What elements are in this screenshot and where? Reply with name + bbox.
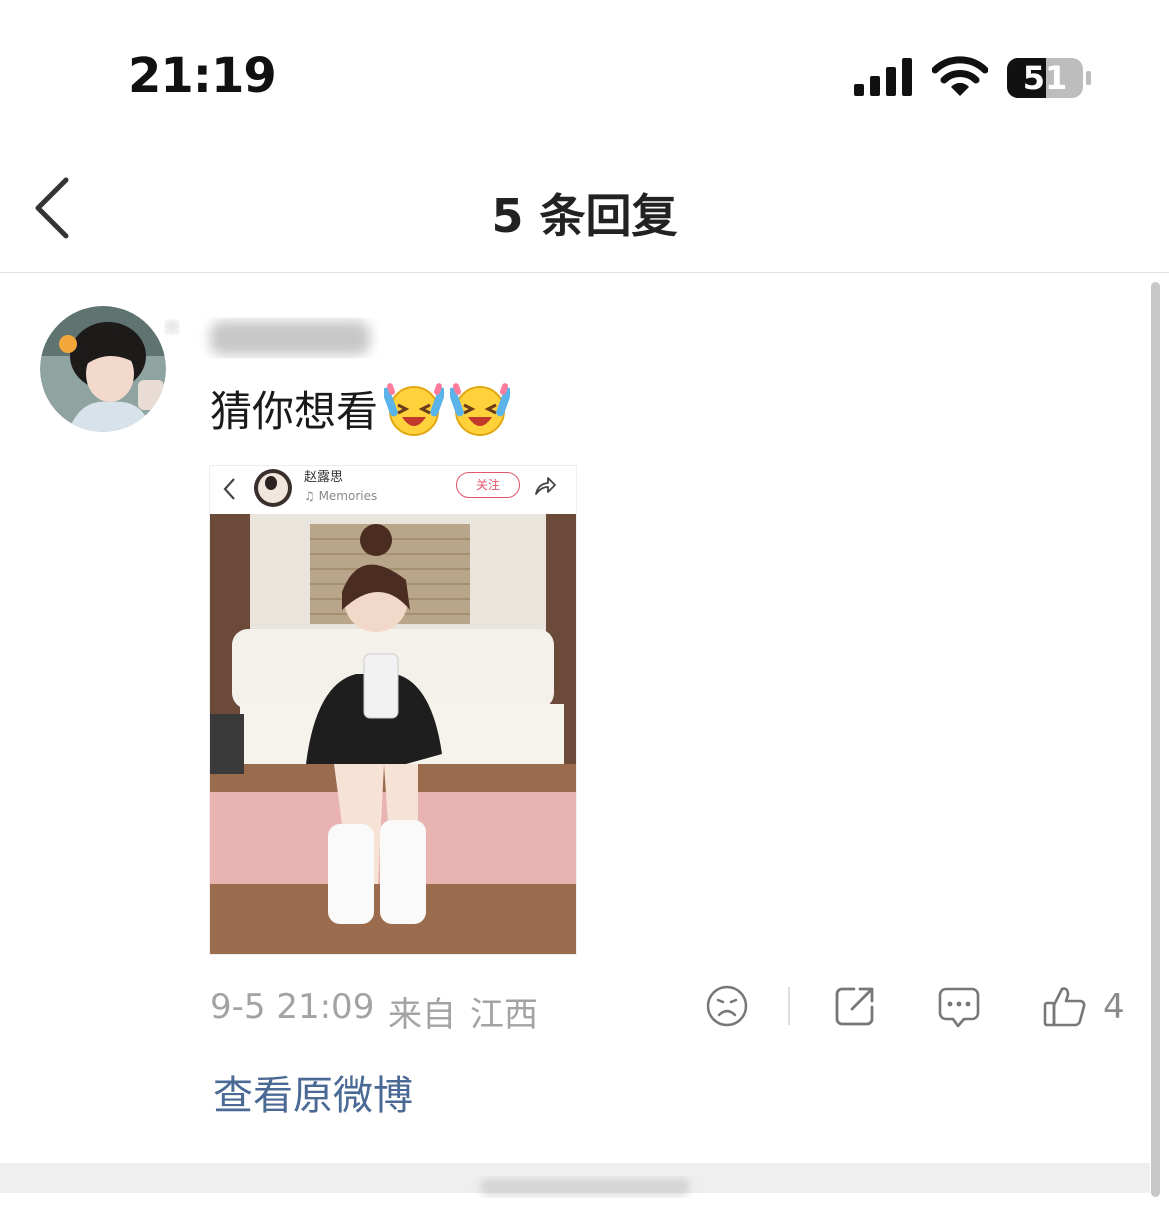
comment-source-label: 来自 bbox=[388, 995, 456, 1035]
battery-level: 51 bbox=[1022, 59, 1068, 97]
action-divider bbox=[788, 987, 790, 1025]
comment-meta-row: 9-5 21:09 来自 江西 4 bbox=[210, 983, 1140, 1039]
status-bar: 21:19 51 bbox=[0, 0, 1169, 150]
embedded-avatar bbox=[254, 469, 292, 507]
comment-region: 江西 bbox=[470, 995, 538, 1035]
comment-item: 猜你想看 赵露思 ♫ Memories 关注 9-5 21:09 来自 江西 4… bbox=[0, 273, 1140, 1153]
view-original-post-link[interactable]: 查看原微博 bbox=[213, 1063, 413, 1121]
attached-screenshot-image[interactable]: 赵露思 ♫ Memories 关注 bbox=[209, 465, 577, 955]
cellular-signal-icon bbox=[854, 58, 912, 96]
scrollbar[interactable] bbox=[1151, 282, 1160, 1197]
comment-text: 猜你想看 bbox=[210, 378, 511, 439]
sad-face-icon[interactable] bbox=[704, 983, 750, 1029]
share-icon[interactable] bbox=[832, 983, 878, 1029]
navigation-bar: 5 条回复 bbox=[0, 150, 1169, 273]
like-count: 4 bbox=[1103, 987, 1125, 1027]
footer-blurred-content bbox=[480, 1178, 690, 1196]
embedded-back-icon bbox=[223, 478, 235, 500]
laugh-cry-emoji-icon bbox=[384, 382, 445, 436]
status-time: 21:19 bbox=[128, 48, 277, 104]
comment-date: 9-5 21:09 bbox=[210, 987, 375, 1027]
wifi-icon bbox=[932, 56, 988, 96]
embedded-author: 赵露思 bbox=[304, 470, 344, 485]
thumbs-up-icon[interactable] bbox=[1042, 983, 1088, 1029]
comment-icon[interactable] bbox=[936, 983, 982, 1029]
comment-body: 猜你想看 bbox=[210, 387, 379, 436]
username-blurred[interactable] bbox=[160, 313, 380, 365]
embedded-music: ♫ Memories bbox=[304, 489, 378, 503]
embedded-photo bbox=[210, 514, 576, 954]
page-title: 5 条回复 bbox=[491, 189, 678, 243]
embedded-follow-button: 关注 bbox=[456, 472, 520, 498]
avatar[interactable] bbox=[40, 306, 166, 432]
laugh-cry-emoji-icon bbox=[450, 382, 511, 436]
embedded-post-header: 赵露思 ♫ Memories 关注 bbox=[210, 466, 576, 514]
embedded-share-icon bbox=[535, 477, 556, 495]
